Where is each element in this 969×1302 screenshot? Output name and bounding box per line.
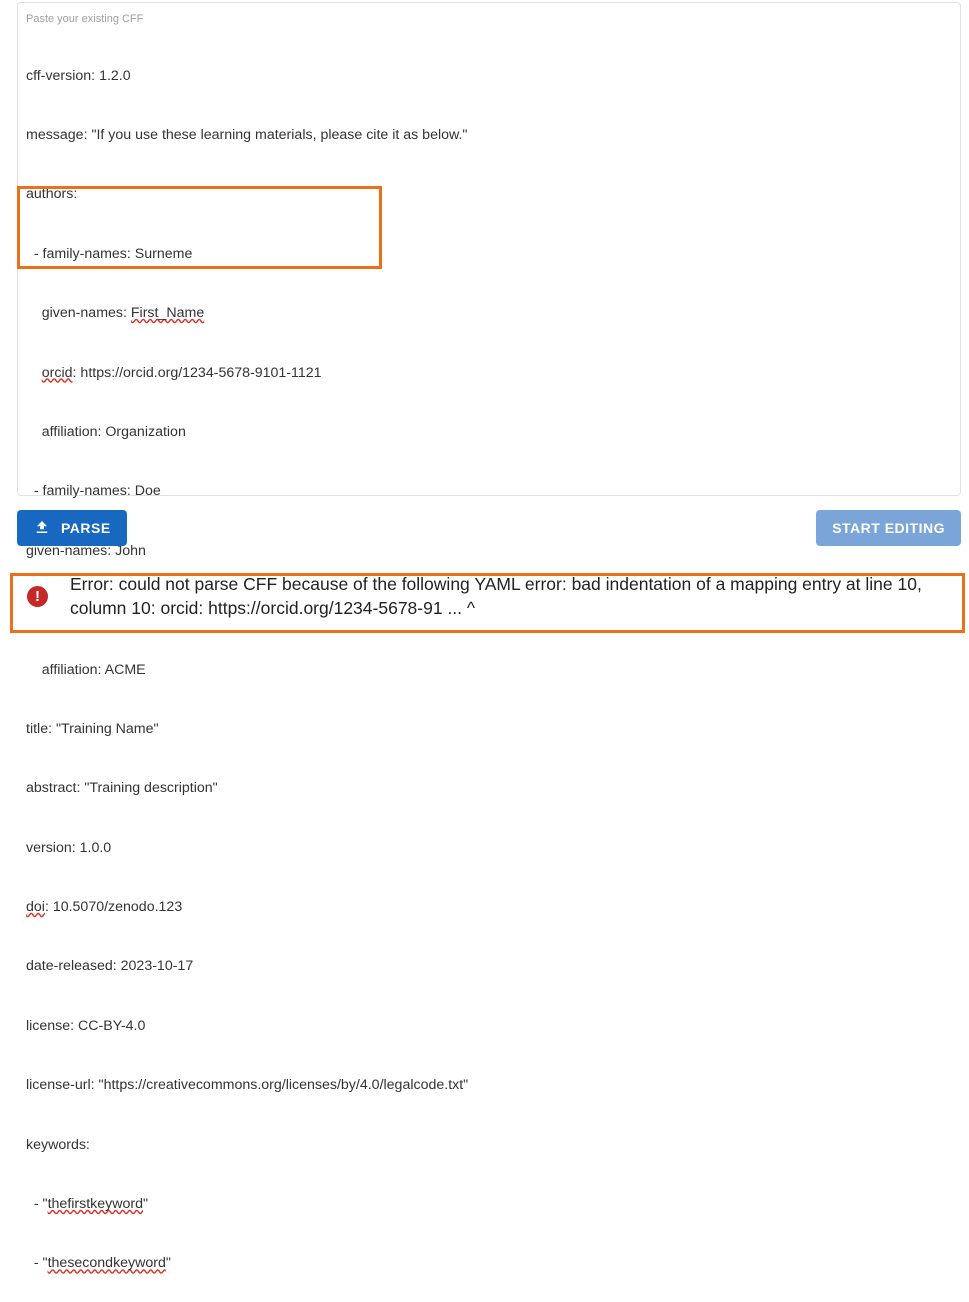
error-message: Error: could not parse CFF because of th… xyxy=(70,572,951,620)
cff-line: title: "Training Name" xyxy=(26,720,952,740)
cff-line: - family-names: Surneme xyxy=(26,245,952,265)
cff-line: - family-names: Doe xyxy=(26,482,952,502)
error-banner: ! Error: could not parse CFF because of … xyxy=(17,560,961,632)
cff-line: cff-version: 1.2.0 xyxy=(26,67,952,87)
cff-line: authors: xyxy=(26,185,952,205)
button-row: Parse Start editing xyxy=(17,508,961,546)
cff-line: version: 1.0.0 xyxy=(26,839,952,859)
cff-line: affiliation: ACME xyxy=(26,661,952,681)
cff-input-card: Paste your existing CFF cff-version: 1.2… xyxy=(17,2,961,496)
cff-line: abstract: "Training description" xyxy=(26,779,952,799)
cff-line: license: CC-BY-4.0 xyxy=(26,1017,952,1037)
textarea-placeholder-label: Paste your existing CFF xyxy=(26,13,952,25)
cff-line: - "thesecondkeyword" xyxy=(26,1254,952,1274)
cff-line: - "thefirstkeyword" xyxy=(26,1195,952,1215)
upload-icon xyxy=(33,518,51,539)
parse-button-label: Parse xyxy=(61,520,111,536)
cff-line: keywords: xyxy=(26,1136,952,1156)
cff-line: doi: 10.5070/zenodo.123 xyxy=(26,898,952,918)
error-icon: ! xyxy=(27,586,48,607)
start-editing-button[interactable]: Start editing xyxy=(816,510,961,546)
cff-line: given-names: First_Name xyxy=(26,304,952,324)
parse-button[interactable]: Parse xyxy=(17,510,127,546)
cff-textarea[interactable]: cff-version: 1.2.0 message: "If you use … xyxy=(26,27,952,1302)
cff-line: orcid: https://orcid.org/1234-5678-9101-… xyxy=(26,364,952,384)
start-editing-button-label: Start editing xyxy=(832,520,945,536)
cff-line: affiliation: Organization xyxy=(26,423,952,443)
cff-line: message: "If you use these learning mate… xyxy=(26,126,952,146)
cff-line: date-released: 2023-10-17 xyxy=(26,957,952,977)
cff-line: license-url: "https://creativecommons.or… xyxy=(26,1076,952,1096)
